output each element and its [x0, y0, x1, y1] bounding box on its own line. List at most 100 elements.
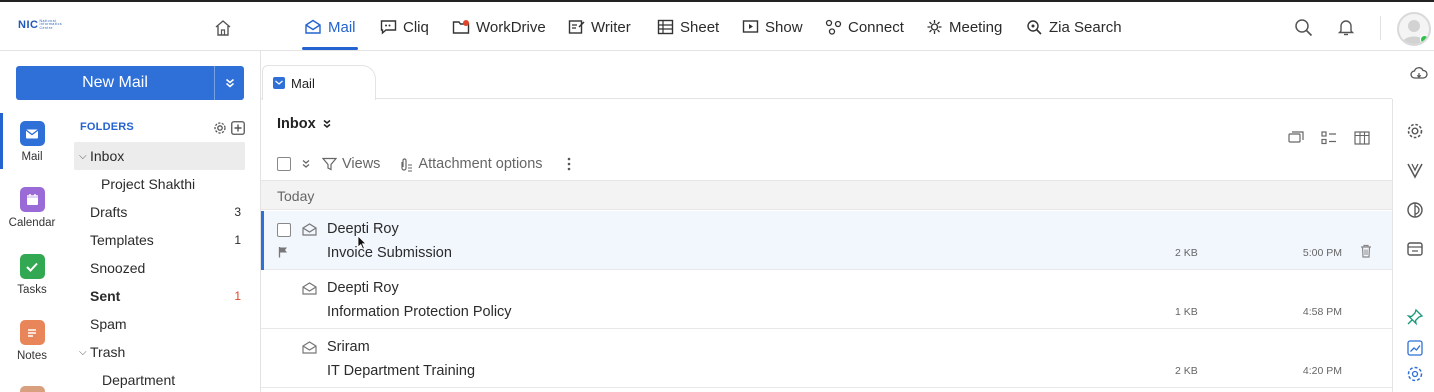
column-view-icon[interactable]	[1354, 131, 1370, 145]
home-icon[interactable]	[214, 19, 232, 37]
chat-icon	[380, 20, 397, 35]
bell-icon[interactable]	[1337, 18, 1355, 37]
tab-show[interactable]: Show	[742, 16, 803, 38]
email-time: 5:00 PM	[1302, 247, 1342, 259]
tab-writer[interactable]: Writer	[568, 16, 631, 38]
views-label: Views	[342, 156, 381, 172]
tasks-icon	[19, 254, 45, 279]
tab-meeting[interactable]: Meeting	[926, 16, 1002, 38]
more-apps-icon[interactable]	[20, 386, 45, 392]
tab-zia-search[interactable]: Zia Search	[1026, 16, 1122, 38]
tab-writer-label: Writer	[591, 18, 631, 36]
avatar[interactable]	[1397, 12, 1431, 46]
folder-department[interactable]: Department	[74, 366, 245, 392]
mouse-cursor-icon	[357, 235, 367, 250]
trash-icon[interactable]	[1360, 244, 1372, 258]
tab-zia-search-label: Zia Search	[1049, 18, 1122, 36]
chevron-down-icon[interactable]: ⌵	[79, 151, 87, 162]
select-all-checkbox[interactable]	[277, 157, 291, 171]
views-button[interactable]: Views	[322, 156, 380, 172]
show-icon	[742, 20, 759, 33]
email-checkbox[interactable]	[277, 223, 291, 237]
conversation-view-icon[interactable]	[1288, 131, 1304, 145]
tab-mail-label: Mail	[328, 18, 356, 36]
attachment-icon	[401, 157, 413, 172]
folder-sent[interactable]: Sent 1	[74, 282, 245, 310]
tab-cliq-label: Cliq	[403, 18, 429, 36]
tab-mail-view-label: Mail	[291, 75, 315, 91]
folder-trash-label: Trash	[90, 344, 126, 360]
folder-spam[interactable]: Spam	[74, 310, 245, 338]
folder-templates[interactable]: Templates 1	[74, 226, 245, 254]
tab-mail-view[interactable]: Mail	[262, 65, 376, 100]
appnav-mail[interactable]: Mail	[0, 113, 64, 169]
folder-inbox[interactable]: ⌵ Inbox	[74, 142, 245, 170]
sheet-icon	[657, 19, 674, 35]
tab-mail[interactable]: Mail	[302, 16, 358, 50]
flag-icon[interactable]	[278, 246, 288, 258]
email-size: 1 KB	[1175, 306, 1198, 318]
appnav-calendar[interactable]: Calendar	[0, 187, 64, 229]
cloud-sync-icon[interactable]	[1410, 66, 1428, 82]
new-mail-dropdown[interactable]	[214, 66, 244, 100]
org-logo[interactable]: NICNational Informatics Centre	[18, 19, 69, 31]
streams-icon[interactable]	[1406, 161, 1424, 179]
mail-app-icon	[19, 121, 45, 146]
mail-tab-icon	[273, 77, 285, 89]
double-chevron-down-icon[interactable]	[301, 159, 311, 169]
folder-drafts[interactable]: Drafts 3	[74, 198, 245, 226]
attachment-options-button[interactable]: Attachment options	[398, 156, 543, 172]
tab-connect-label: Connect	[848, 18, 904, 36]
email-row[interactable]: Deepti Roy Invoice Submission 2 KB 5:00 …	[261, 211, 1392, 270]
connect-icon	[825, 19, 842, 35]
filter-icon	[322, 157, 337, 171]
more-options-icon[interactable]	[567, 157, 571, 171]
folder-title-label: Inbox	[277, 116, 316, 132]
settings-icon[interactable]	[1406, 122, 1424, 140]
folder-settings-icon[interactable]	[213, 121, 227, 135]
folder-department-label: Department	[102, 372, 176, 388]
folder-inbox-label: Inbox	[90, 148, 125, 164]
compass-icon[interactable]	[1406, 201, 1424, 219]
right-rail-divider	[1392, 99, 1393, 392]
appnav-tasks-label: Tasks	[17, 284, 47, 296]
folder-title[interactable]: Inbox	[277, 116, 332, 132]
email-row[interactable]: Sriram IT Department Training 2 KB 4:20 …	[261, 329, 1392, 388]
search-icon[interactable]	[1294, 18, 1313, 37]
contacts-icon[interactable]	[1406, 240, 1424, 258]
group-header: Today	[261, 180, 1392, 210]
folder-templates-label: Templates	[90, 232, 154, 248]
tab-workdrive-label: WorkDrive	[476, 18, 546, 36]
double-chevron-down-icon[interactable]	[322, 119, 332, 129]
folder-project-shakthi[interactable]: Project Shakthi	[74, 170, 245, 198]
tab-connect[interactable]: Connect	[825, 16, 904, 38]
folder-trash[interactable]: ⌵ Trash	[74, 338, 245, 366]
email-sender: Deepti Roy	[327, 280, 399, 296]
folder-drafts-count: 3	[234, 205, 241, 219]
active-tab-indicator	[302, 47, 358, 50]
add-folder-icon[interactable]	[231, 121, 245, 135]
tab-workdrive[interactable]: WorkDrive	[452, 16, 546, 38]
tab-cliq[interactable]: Cliq	[380, 16, 429, 38]
folder-sent-count: 1	[234, 289, 241, 303]
email-time: 4:58 PM	[1302, 306, 1342, 318]
tab-sheet[interactable]: Sheet	[657, 16, 719, 38]
integrations-icon[interactable]	[1406, 365, 1424, 383]
email-sender: Sriram	[327, 339, 370, 355]
pin-icon[interactable]	[1406, 308, 1424, 326]
mail-icon	[305, 19, 321, 34]
new-mail-button[interactable]: New Mail	[16, 66, 244, 100]
email-row[interactable]: Deepti Roy Information Protection Policy…	[261, 270, 1392, 329]
zia-search-icon	[1027, 20, 1042, 35]
list-view-icon[interactable]	[1321, 131, 1337, 145]
analytics-icon[interactable]	[1406, 339, 1424, 357]
calendar-icon	[19, 187, 45, 212]
tab-meeting-label: Meeting	[949, 18, 1003, 36]
email-subject: IT Department Training	[327, 363, 476, 379]
envelope-icon	[302, 223, 317, 236]
chevron-down-icon[interactable]: ⌵	[79, 347, 87, 358]
appnav-tasks[interactable]: Tasks	[0, 254, 64, 296]
meeting-icon	[927, 20, 942, 34]
appnav-notes[interactable]: Notes	[0, 320, 64, 362]
folder-snoozed[interactable]: Snoozed	[74, 254, 245, 282]
